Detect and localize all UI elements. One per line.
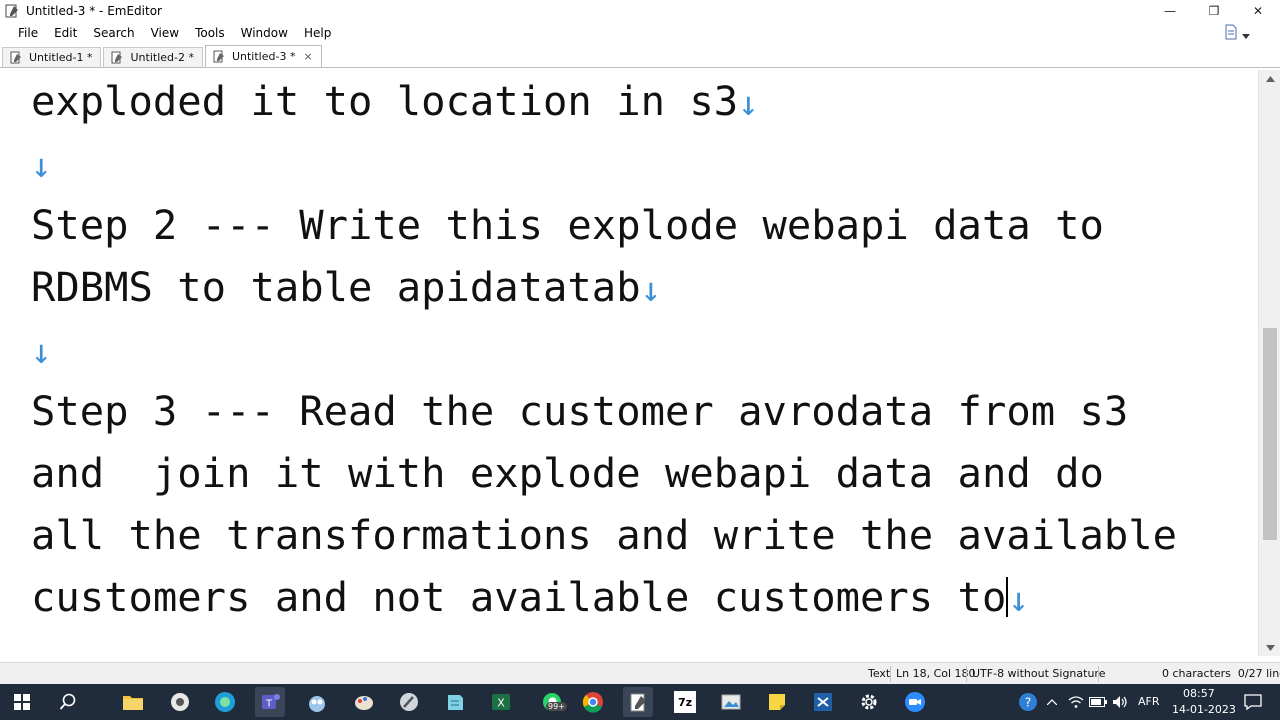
status-counts: 0 characters 0/27 lines — [1162, 667, 1280, 680]
menu-search[interactable]: Search — [85, 22, 142, 44]
chevron-down-icon — [1242, 25, 1250, 44]
sticky-notes-icon[interactable] — [762, 687, 792, 717]
tab-label: Untitled-1 * — [29, 51, 93, 64]
input-language[interactable]: AFR — [1138, 695, 1160, 708]
windows-start-icon[interactable] — [7, 687, 37, 717]
zoom-icon[interactable] — [900, 687, 930, 717]
document-tabs: Untitled-1 * Untitled-2 * Untitled-3 * × — [0, 45, 1280, 68]
settings-app-icon[interactable] — [165, 687, 195, 717]
tab-close-button[interactable]: × — [303, 50, 312, 63]
window-controls: — ❐ ✕ — [1148, 0, 1280, 22]
editor-line: ↓ — [31, 318, 51, 380]
svg-text:?: ? — [1025, 696, 1031, 710]
tab-untitled-1[interactable]: Untitled-1 * — [2, 47, 102, 67]
document-edit-icon — [212, 50, 226, 64]
new-document-dropdown[interactable] — [1224, 24, 1250, 44]
scroll-up-icon[interactable] — [1259, 70, 1280, 87]
editor-line: customers and not available customers to… — [31, 573, 1029, 621]
editor-line: all the transformations and write the av… — [31, 511, 1178, 559]
newline-marker: ↓ — [738, 84, 759, 124]
wifi-icon[interactable] — [1064, 687, 1088, 717]
clock-date[interactable]: 14-01-2023 — [1172, 703, 1236, 716]
gear-icon[interactable] — [854, 687, 884, 717]
newline-marker: ↓ — [1008, 580, 1029, 620]
brush-app-icon[interactable] — [394, 687, 424, 717]
svg-text:X: X — [497, 697, 505, 710]
editor-line: and join it with explode webapi data and… — [31, 449, 1104, 497]
status-mode[interactable]: Text — [868, 663, 890, 685]
teams-icon[interactable]: T — [255, 687, 285, 717]
menu-tools[interactable]: Tools — [187, 22, 233, 44]
menu-file[interactable]: File — [10, 22, 46, 44]
owl-app-icon[interactable] — [302, 687, 332, 717]
help-icon[interactable]: ? — [1013, 687, 1043, 717]
new-document-icon — [1224, 24, 1238, 44]
title-bar: Untitled-3 * - EmEditor — ❐ ✕ — [0, 0, 1280, 22]
menu-bar: File Edit Search View Tools Window Help — [0, 22, 1280, 44]
search-icon[interactable] — [53, 687, 83, 717]
scrollbar-thumb[interactable] — [1263, 328, 1277, 540]
windows-taskbar: T X 99+ 7z ? AFR 08:57 14-01-2023 — [0, 684, 1280, 720]
notepad-app-icon[interactable] — [440, 687, 470, 717]
chevron-up-icon[interactable] — [1042, 687, 1062, 717]
editor-line: Step 2 --- Write this explode webapi dat… — [31, 201, 1104, 249]
text-editor[interactable]: exploded it to location in s3↓ ↓ Step 2 … — [0, 70, 1258, 656]
vertical-scrollbar[interactable] — [1258, 70, 1280, 656]
editor-line: ↓ — [31, 132, 51, 194]
status-position[interactable]: Ln 18, Col 180 — [896, 663, 976, 685]
menu-edit[interactable]: Edit — [46, 22, 85, 44]
battery-icon[interactable] — [1087, 687, 1109, 717]
status-separator — [1098, 666, 1099, 682]
editor-line: RDBMS to table apidatatab↓ — [31, 263, 662, 311]
status-separator — [890, 666, 891, 682]
tab-label: Untitled-3 * — [231, 50, 296, 63]
window-title: Untitled-3 * - EmEditor — [26, 4, 162, 18]
menu-view[interactable]: View — [143, 22, 187, 44]
emeditor-app-icon — [4, 3, 20, 19]
tab-label: Untitled-2 * — [130, 51, 194, 64]
newline-marker: ↓ — [31, 146, 52, 186]
edge-browser-icon[interactable] — [210, 687, 240, 717]
svg-text:T: T — [265, 699, 273, 710]
document-edit-icon — [9, 51, 23, 65]
7zip-icon[interactable]: 7z — [670, 687, 700, 717]
newline-marker: ↓ — [31, 332, 52, 372]
clock-time[interactable]: 08:57 — [1183, 687, 1215, 700]
scroll-down-icon[interactable] — [1259, 639, 1280, 656]
notification-badge: 99+ — [546, 702, 567, 711]
notifications-icon[interactable] — [1238, 687, 1268, 717]
menu-window[interactable]: Window — [233, 22, 296, 44]
excel-icon[interactable]: X — [486, 687, 516, 717]
restore-button[interactable]: ❐ — [1192, 0, 1236, 22]
newline-marker: ↓ — [640, 270, 662, 310]
status-separator — [966, 666, 967, 682]
status-encoding[interactable]: UTF-8 without Signature — [972, 663, 1105, 685]
minimize-button[interactable]: — — [1148, 0, 1192, 22]
photos-app-icon[interactable] — [716, 687, 746, 717]
editor-line: exploded it to location in s3↓ — [31, 77, 759, 125]
visual-studio-icon[interactable] — [808, 687, 838, 717]
status-bar: Text Ln 18, Col 180 UTF-8 without Signat… — [0, 662, 1280, 684]
whatsapp-icon[interactable]: 99+ — [532, 687, 572, 717]
document-edit-icon — [110, 51, 124, 65]
editor-line: Step 3 --- Read the customer avrodata fr… — [31, 387, 1129, 435]
menu-help[interactable]: Help — [296, 22, 339, 44]
volume-icon[interactable] — [1108, 687, 1132, 717]
emeditor-taskbar-icon[interactable] — [623, 687, 653, 717]
tab-untitled-2[interactable]: Untitled-2 * — [103, 47, 203, 67]
paint-app-icon[interactable] — [349, 687, 379, 717]
chrome-icon[interactable] — [578, 687, 608, 717]
emeditor-window: Untitled-3 * - EmEditor — ❐ ✕ File Edit … — [0, 0, 1280, 684]
tab-untitled-3[interactable]: Untitled-3 * × — [204, 45, 322, 67]
file-explorer-icon[interactable] — [118, 687, 148, 717]
close-button[interactable]: ✕ — [1236, 0, 1280, 22]
